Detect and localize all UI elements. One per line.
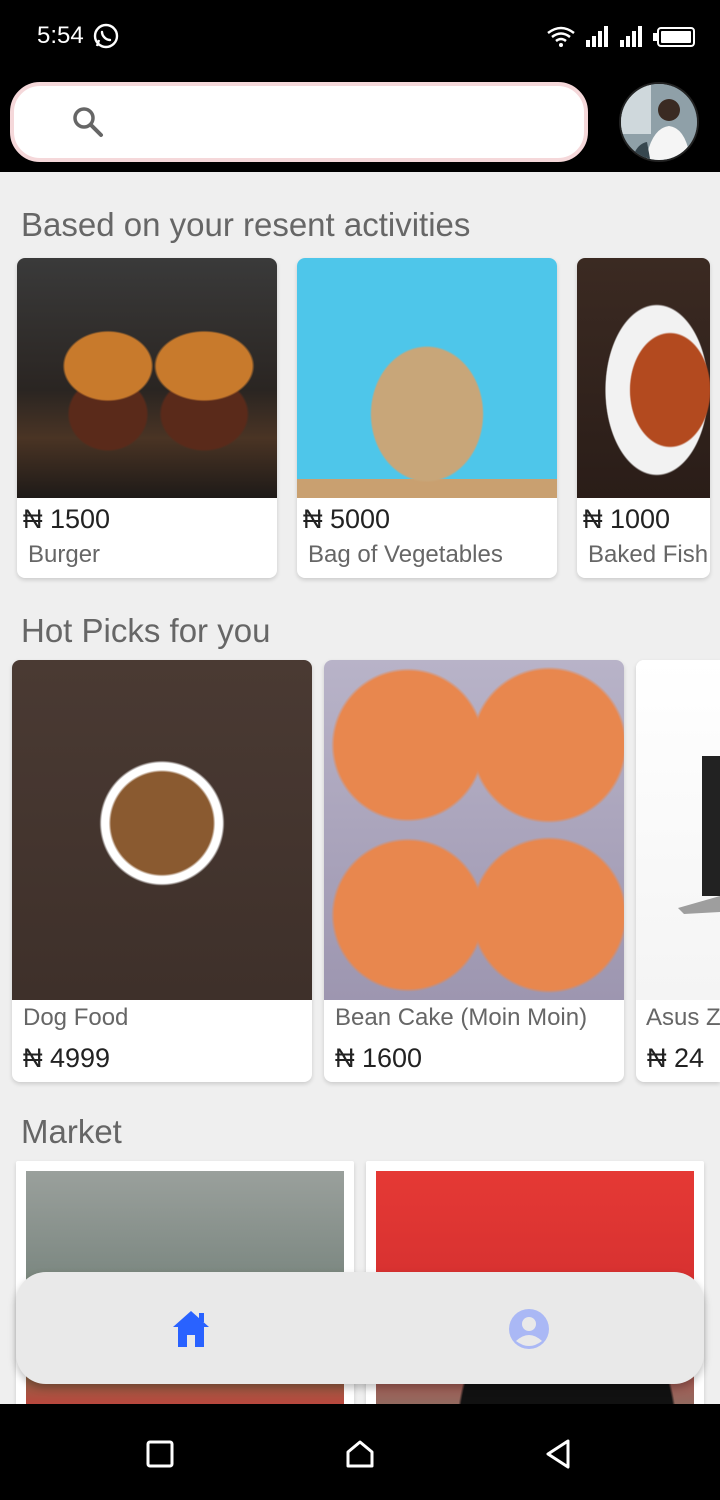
product-image	[324, 660, 624, 1000]
product-price: ₦ 1500	[23, 504, 111, 534]
search-input[interactable]	[124, 102, 564, 142]
whatsapp-icon	[93, 23, 119, 49]
product-card-burger[interactable]: ₦ 1500 Burger	[17, 258, 277, 578]
header	[0, 72, 720, 172]
product-image	[297, 258, 557, 498]
section-title-recent: Based on your resent activities	[21, 206, 471, 243]
system-home-button[interactable]	[340, 1434, 380, 1474]
product-image	[636, 660, 720, 1000]
nav-profile-button[interactable]	[504, 1304, 554, 1354]
laptop-image	[678, 756, 720, 914]
bottom-navigation	[16, 1272, 704, 1384]
product-name: Asus Z	[646, 1004, 720, 1031]
avatar-image	[621, 84, 697, 160]
product-price: ₦ 1000	[583, 504, 671, 534]
search-icon[interactable]	[70, 104, 106, 140]
wifi-icon	[547, 26, 575, 47]
product-name: Dog Food	[23, 1004, 129, 1031]
product-price: ₦ 24	[647, 1043, 705, 1073]
product-card-vegetables[interactable]: ₦ 5000 Bag of Vegetables	[297, 258, 557, 578]
avatar[interactable]	[619, 82, 699, 162]
signal-icon	[586, 26, 608, 47]
product-image	[12, 660, 312, 1000]
recent-apps-button[interactable]	[140, 1434, 180, 1474]
main-content: Based on your resent activities ₦ 1500 B…	[0, 172, 720, 1404]
nav-home-button[interactable]	[166, 1304, 216, 1354]
home-icon	[173, 1311, 209, 1347]
product-name: Burger	[28, 541, 101, 568]
system-navigation-bar	[0, 1404, 720, 1500]
product-price: ₦ 1600	[335, 1043, 423, 1073]
product-name: Bag of Vegetables	[308, 541, 503, 568]
section-title-hot-picks: Hot Picks for you	[21, 612, 271, 649]
profile-icon	[509, 1309, 549, 1349]
back-triangle-icon	[546, 1439, 570, 1469]
status-icons	[546, 24, 698, 50]
signal-icon	[620, 26, 642, 47]
back-button[interactable]	[538, 1434, 578, 1474]
product-card-baked-fish[interactable]: ₦ 1000 Baked Fish	[577, 258, 710, 578]
product-price: ₦ 5000	[303, 504, 391, 534]
section-title-market: Market	[21, 1113, 122, 1150]
square-icon	[146, 1440, 174, 1468]
product-card-asus[interactable]: Asus Z ₦ 24	[636, 660, 720, 1082]
battery-icon	[653, 27, 695, 47]
status-time: 5:54	[37, 22, 84, 49]
product-image	[577, 258, 710, 498]
home-outline-icon	[346, 1440, 374, 1468]
product-name: Baked Fish	[588, 541, 709, 568]
status-bar: 5:54	[0, 0, 720, 72]
product-price: ₦ 4999	[23, 1043, 111, 1073]
search-bar[interactable]	[10, 82, 588, 162]
product-image	[17, 258, 277, 498]
product-name: Bean Cake (Moin Moin)	[335, 1004, 588, 1031]
product-card-bean-cake[interactable]: Bean Cake (Moin Moin) ₦ 1600	[324, 660, 624, 1082]
product-card-dog-food[interactable]: Dog Food ₦ 4999	[12, 660, 312, 1082]
